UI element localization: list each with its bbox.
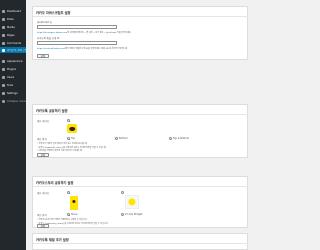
- channel-id-input[interactable]: [37, 41, 117, 45]
- plugins-icon: [2, 67, 5, 71]
- channel-add-panel: 카카오톡 채널 추가 설정: [32, 233, 249, 250]
- field-label: 카카오톡 채널 공개 ID: [37, 37, 60, 40]
- sidebar-item-settings[interactable]: Settings: [0, 90, 26, 96]
- sidebar-item-dashboard[interactable]: Dashboard: [0, 8, 26, 14]
- kakaostory-button-icon[interactable]: [70, 196, 78, 210]
- pages-icon: [2, 33, 5, 37]
- sidebar-item-appearance[interactable]: Appearance: [0, 58, 26, 64]
- position-both-radio[interactable]: [169, 137, 172, 140]
- panel-title: 카카오톡 채널 추가 설정: [36, 238, 69, 242]
- divider: [33, 186, 249, 187]
- plugin-icon: [2, 48, 5, 52]
- sidebar-item-media[interactable]: Media: [0, 24, 26, 30]
- save-button[interactable]: 저장: [37, 153, 49, 157]
- note: * 이미지를 선택하지 않으면 기본 이미지가 사용됩니다.: [37, 150, 83, 152]
- row-label: 버튼 위치: [37, 138, 47, 141]
- panel-title: 카카오톡 공유하기 설정: [36, 109, 68, 113]
- kakaostory-round-icon[interactable]: [125, 195, 139, 209]
- row-label: 버튼 위치: [37, 214, 47, 217]
- sidebar-collapse-menu[interactable]: Collapse menu: [0, 98, 26, 104]
- sidebar-item-posts[interactable]: Posts: [0, 16, 26, 22]
- story-share-panel: 카카오스토리 공유하기 설정 버튼 이미지 버튼 위치 Show On the …: [32, 176, 249, 228]
- sidebar-item-kakao-plugin[interactable]: 카카오톡 플러그인 설정: [0, 47, 26, 53]
- image-radio-2[interactable]: [121, 191, 124, 194]
- kakaotalk-bubble-icon[interactable]: [67, 124, 77, 133]
- divider: [33, 114, 249, 115]
- sidebar-item-comments[interactable]: Comments: [0, 40, 26, 46]
- collapse-icon: [2, 99, 5, 103]
- sidebar-item-pages[interactable]: Pages: [0, 32, 26, 38]
- image-radio[interactable]: [67, 119, 70, 122]
- field-help: https://developers.kakao.com/의 내 애플리케이션 …: [37, 32, 132, 34]
- javascript-key-input[interactable]: [37, 25, 117, 29]
- save-button[interactable]: 저장: [37, 54, 49, 58]
- developer-settings-panel: 카카오 자바스크립트 설정 JavaScript 키 https://devel…: [32, 6, 249, 60]
- sidebar-item-users[interactable]: Users: [0, 74, 26, 80]
- field-help: https://center-pf.kakao.com/에서 생성한 채널의 공…: [37, 48, 128, 50]
- settings-icon: [2, 91, 5, 95]
- admin-sidebar: Dashboard Posts Media Pages Comments 카카오…: [0, 0, 26, 250]
- panel-title: 카카오스토리 공유하기 설정: [36, 181, 74, 185]
- position-top-radio[interactable]: [67, 137, 70, 140]
- field-label: JavaScript 키: [37, 21, 52, 24]
- divider: [33, 16, 249, 17]
- users-icon: [2, 75, 5, 79]
- media-icon: [2, 25, 5, 29]
- save-button[interactable]: 저장: [37, 224, 49, 228]
- help-link[interactable]: https://developers.kakao.com/: [37, 32, 67, 34]
- main-content: 카카오 자바스크립트 설정 JavaScript 키 https://devel…: [26, 0, 250, 250]
- row-label: 버튼 이미지: [37, 192, 49, 195]
- talk-share-panel: 카카오톡 공유하기 설정 버튼 이미지 버튼 위치 Top Bottom Top…: [32, 104, 249, 158]
- row-label: 버튼 이미지: [37, 120, 49, 123]
- posts-icon: [2, 17, 5, 21]
- appearance-icon: [2, 59, 5, 63]
- divider: [33, 243, 249, 244]
- sidebar-item-plugins[interactable]: Plugins: [0, 66, 26, 72]
- sidebar-item-tools[interactable]: Tools: [0, 82, 26, 88]
- tools-icon: [2, 83, 5, 87]
- position-bottom-radio[interactable]: [115, 137, 118, 140]
- story-widget-radio[interactable]: [121, 213, 124, 216]
- comments-icon: [2, 41, 5, 45]
- story-show-radio[interactable]: [67, 213, 70, 216]
- panel-title: 카카오 자바스크립트 설정: [36, 11, 71, 15]
- image-radio[interactable]: [67, 191, 70, 194]
- help-link[interactable]: https://center-pf.kakao.com/: [37, 48, 65, 50]
- dashboard-icon: [2, 9, 5, 13]
